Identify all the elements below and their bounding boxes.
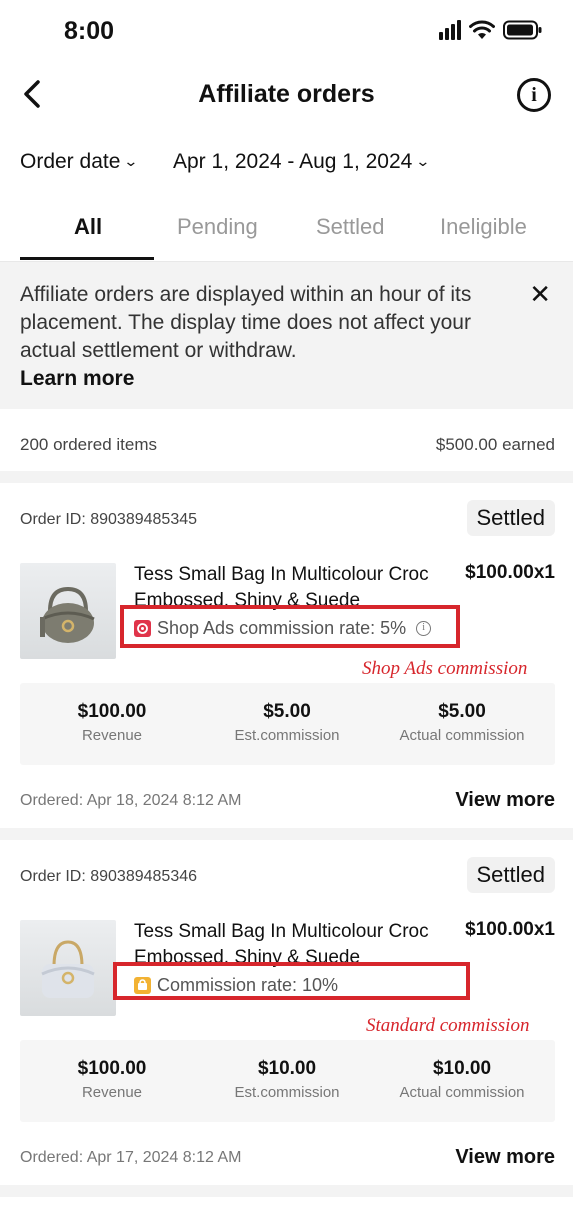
page-title: Affiliate orders bbox=[198, 80, 375, 108]
stat-actual-commission: $5.00 Actual commission bbox=[382, 701, 542, 744]
product-price: $100.00x1 bbox=[465, 562, 555, 583]
stat-label: Est.commission bbox=[234, 727, 340, 744]
date-range-label: Apr 1, 2024 - Aug 1, 2024 bbox=[173, 150, 413, 173]
status-time: 8:00 bbox=[64, 17, 115, 45]
info-notice: Affiliate orders are displayed within an… bbox=[0, 262, 573, 409]
stat-est-commission: $5.00 Est.commission bbox=[207, 701, 367, 744]
stat-revenue: $100.00 Revenue bbox=[32, 1058, 192, 1101]
annotation-label: Shop Ads commission bbox=[362, 658, 528, 679]
stat-value: $10.00 bbox=[257, 1058, 317, 1079]
product-image[interactable] bbox=[20, 920, 116, 1016]
earned-total: $500.00 earned bbox=[435, 435, 555, 454]
filters-bar: Order date ⌄ Apr 1, 2024 - Aug 1, 2024 ⌄ bbox=[0, 128, 573, 198]
stat-value: $5.00 bbox=[263, 701, 311, 722]
order-date-label: Order date bbox=[20, 150, 121, 173]
stat-label: Est.commission bbox=[234, 1084, 340, 1101]
status-icons bbox=[439, 20, 543, 40]
tab-pending[interactable]: Pending bbox=[177, 214, 258, 240]
product-image[interactable] bbox=[20, 563, 116, 659]
notice-text: Affiliate orders are displayed within an… bbox=[20, 283, 472, 362]
stat-actual-commission: $10.00 Actual commission bbox=[382, 1058, 542, 1101]
orders-summary: 200 ordered items $500.00 earned bbox=[0, 409, 573, 483]
commission-stats: $100.00 Revenue $10.00 Est.commission $1… bbox=[20, 1040, 555, 1122]
nav-bar: Affiliate orders i bbox=[0, 62, 573, 128]
view-more-button[interactable]: View more bbox=[455, 789, 555, 812]
date-range-filter[interactable]: Apr 1, 2024 - Aug 1, 2024 ⌄ bbox=[173, 150, 431, 174]
chevron-down-icon: ⌄ bbox=[415, 153, 431, 169]
stat-revenue: $100.00 Revenue bbox=[32, 701, 192, 744]
signal-icon bbox=[439, 20, 461, 40]
stat-label: Actual commission bbox=[399, 727, 525, 744]
active-tab-indicator bbox=[20, 257, 154, 260]
chevron-down-icon: ⌄ bbox=[123, 153, 139, 169]
stat-label: Revenue bbox=[81, 727, 143, 744]
order-id: Order ID: 890389485345 bbox=[20, 511, 198, 528]
order-date-filter[interactable]: Order date ⌄ bbox=[20, 150, 139, 174]
stat-value: $5.00 bbox=[438, 701, 486, 722]
ordered-timestamp: Ordered: Apr 18, 2024 8:12 AM bbox=[20, 792, 242, 809]
status-badge: Settled bbox=[466, 857, 555, 893]
commission-stats: $100.00 Revenue $5.00 Est.commission $5.… bbox=[20, 683, 555, 765]
stat-label: Revenue bbox=[81, 1084, 143, 1101]
highlight-box bbox=[120, 605, 460, 648]
status-bar: 8:00 bbox=[0, 0, 573, 62]
status-badge: Settled bbox=[466, 500, 555, 536]
order-card: Order ID: 890389485345 Settled Tess Smal… bbox=[0, 483, 573, 840]
battery-icon bbox=[503, 20, 543, 40]
close-icon[interactable]: ✕ bbox=[529, 280, 551, 308]
tab-settled[interactable]: Settled bbox=[316, 214, 385, 240]
stat-label: Actual commission bbox=[399, 1084, 525, 1101]
highlight-box bbox=[113, 962, 470, 1000]
ordered-timestamp: Ordered: Apr 17, 2024 8:12 AM bbox=[20, 1149, 242, 1166]
view-more-button[interactable]: View more bbox=[455, 1146, 555, 1169]
annotation-label: Standard commission bbox=[366, 1015, 530, 1036]
order-id: Order ID: 890389485346 bbox=[20, 868, 198, 885]
wifi-icon bbox=[469, 20, 495, 40]
stat-value: $100.00 bbox=[77, 701, 147, 722]
info-icon[interactable]: i bbox=[517, 78, 551, 112]
learn-more-link[interactable]: Learn more bbox=[20, 365, 513, 393]
tab-all[interactable]: All bbox=[74, 214, 102, 240]
stat-est-commission: $10.00 Est.commission bbox=[207, 1058, 367, 1101]
tab-ineligible[interactable]: Ineligible bbox=[440, 214, 527, 240]
product-price: $100.00x1 bbox=[465, 919, 555, 940]
stat-value: $10.00 bbox=[432, 1058, 492, 1079]
order-card: Order ID: 890389485346 Settled Tess Smal… bbox=[0, 840, 573, 1197]
stat-value: $100.00 bbox=[77, 1058, 147, 1079]
ordered-items-count: 200 ordered items bbox=[20, 435, 158, 454]
order-status-tabs: All Pending Settled Ineligible bbox=[0, 198, 573, 262]
